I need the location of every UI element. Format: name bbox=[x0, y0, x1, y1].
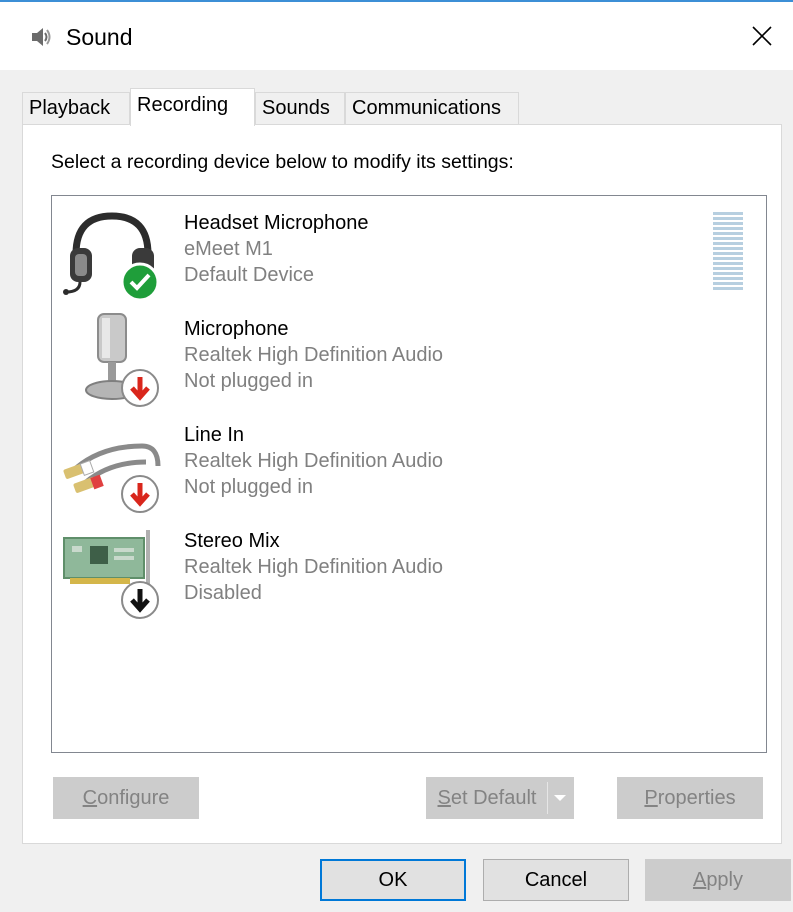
set-default-button[interactable]: Set Default bbox=[426, 777, 574, 819]
device-name: Headset Microphone bbox=[184, 212, 369, 234]
device-status: Not plugged in bbox=[184, 370, 313, 392]
disabled-arrow-icon bbox=[121, 581, 159, 619]
unplugged-arrow-icon bbox=[121, 369, 159, 407]
device-name: Line In bbox=[184, 424, 245, 446]
speaker-icon bbox=[32, 28, 51, 46]
sound-dialog: Sound Playback Recording Sounds Communic… bbox=[0, 0, 793, 912]
recording-panel: Select a recording device below to modif… bbox=[22, 124, 782, 844]
configure-button[interactable]: Configure bbox=[53, 777, 199, 819]
tab-sounds[interactable]: Sounds bbox=[255, 92, 345, 125]
device-description: eMeet M1 bbox=[184, 238, 273, 260]
list-item-stereo-mix[interactable]: Stereo Mix Realtek High Definition Audio… bbox=[52, 514, 742, 620]
cancel-button[interactable]: Cancel bbox=[483, 859, 629, 901]
apply-button[interactable]: Apply bbox=[645, 859, 791, 901]
default-check-icon bbox=[120, 262, 160, 302]
tab-communications[interactable]: Communications bbox=[345, 92, 519, 125]
list-item-line-in[interactable]: Line In Realtek High Definition Audio No… bbox=[52, 408, 742, 514]
ok-button[interactable]: OK bbox=[320, 859, 466, 901]
device-name: Stereo Mix bbox=[184, 530, 280, 552]
device-status: Not plugged in bbox=[184, 476, 313, 498]
chevron-down-icon[interactable] bbox=[553, 793, 567, 803]
device-description: Realtek High Definition Audio bbox=[184, 450, 444, 472]
title-bar[interactable]: Sound bbox=[0, 2, 793, 70]
device-list[interactable]: Headset Microphone eMeet M1 Default Devi… bbox=[51, 195, 767, 753]
properties-button[interactable]: Properties bbox=[617, 777, 763, 819]
device-status: Disabled bbox=[184, 582, 262, 604]
tab-strip: Playback Recording Sounds Communications bbox=[22, 88, 782, 126]
unplugged-arrow-icon bbox=[121, 475, 159, 513]
tab-recording[interactable]: Recording bbox=[130, 88, 255, 126]
instruction-text: Select a recording device below to modif… bbox=[51, 151, 514, 173]
close-button[interactable] bbox=[731, 2, 793, 70]
device-description: Realtek High Definition Audio bbox=[184, 344, 444, 366]
close-icon bbox=[752, 26, 772, 46]
tab-playback[interactable]: Playback bbox=[22, 92, 130, 125]
list-item-microphone[interactable]: Microphone Realtek High Definition Audio… bbox=[52, 302, 742, 408]
level-meter bbox=[713, 212, 743, 292]
device-name: Microphone bbox=[184, 318, 289, 340]
device-description: Realtek High Definition Audio bbox=[184, 556, 444, 578]
device-status: Default Device bbox=[184, 264, 315, 286]
list-item-headset-microphone[interactable]: Headset Microphone eMeet M1 Default Devi… bbox=[52, 196, 743, 302]
window-title: Sound bbox=[66, 24, 133, 50]
